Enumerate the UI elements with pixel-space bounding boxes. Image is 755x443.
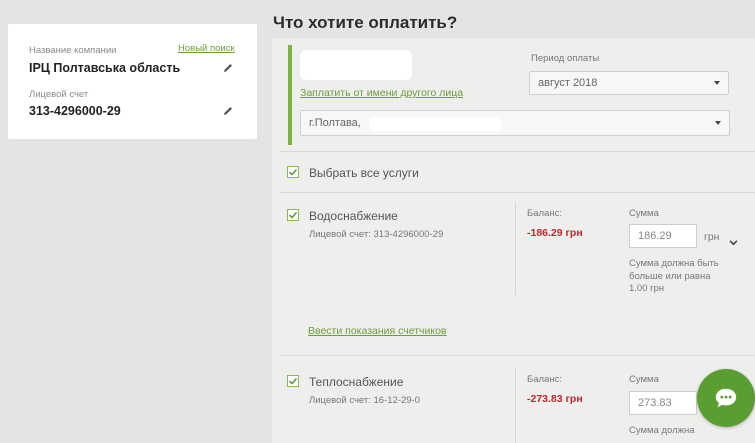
service-account: Лицевой счет: 16-12-29-0	[309, 395, 420, 406]
account-label: Лицевой счет	[29, 89, 89, 100]
redacted-address	[369, 117, 501, 131]
pencil-icon[interactable]	[222, 104, 234, 116]
service-checkbox-water[interactable]	[287, 209, 299, 221]
sum-label: Сумма	[629, 374, 659, 385]
accent-bar	[288, 45, 292, 145]
service-name: Водоснабжение	[309, 209, 398, 223]
check-icon	[288, 377, 298, 385]
new-search-link[interactable]: Новый поиск	[178, 43, 235, 54]
page-title: Что хотите оплатить?	[273, 13, 458, 32]
meter-readings-link[interactable]: Ввести показания счетчиков	[308, 325, 447, 337]
check-icon	[288, 211, 298, 219]
service-name: Теплоснабжение	[309, 375, 404, 389]
service-checkbox-heating[interactable]	[287, 375, 299, 387]
balance-value: -186.29 грн	[527, 227, 583, 239]
service-account: Лицевой счет: 313-4296000-29	[309, 229, 444, 240]
divider	[515, 368, 516, 443]
company-label: Название компании	[29, 45, 117, 56]
chat-button[interactable]	[697, 369, 755, 427]
select-all-label: Выбрать все услуги	[309, 166, 419, 180]
sum-label: Сумма	[629, 208, 659, 219]
balance-value: -273.83 грн	[527, 393, 583, 405]
select-all-checkbox[interactable]	[287, 166, 299, 178]
divider	[280, 192, 755, 193]
sum-value: 273.83	[638, 397, 672, 409]
redacted-payer-name	[300, 50, 412, 80]
currency-select[interactable]: грн	[704, 231, 719, 243]
chevron-down-icon	[715, 121, 721, 125]
divider	[515, 202, 516, 295]
account-number: 313-4296000-29	[29, 104, 121, 118]
chevron-down-icon[interactable]	[729, 233, 738, 251]
balance-label: Баланс:	[527, 374, 562, 385]
period-select[interactable]: август 2018	[529, 71, 729, 95]
pay-for-other-link[interactable]: Заплатить от имени другого лица	[300, 87, 463, 99]
min-sum-note: Сумма должна	[629, 425, 695, 436]
sum-value: 186.29	[638, 230, 672, 242]
sum-input[interactable]: 186.29	[629, 224, 697, 248]
address-select[interactable]: г.Полтава,	[300, 110, 730, 136]
company-card: Название компании Новый поиск ІРЦ Полтав…	[8, 24, 257, 139]
company-name: ІРЦ Полтавська область	[29, 61, 181, 75]
divider	[280, 151, 755, 152]
address-value: г.Полтава,	[309, 117, 361, 129]
check-icon	[288, 168, 298, 176]
sum-input[interactable]: 273.83	[629, 391, 697, 415]
divider	[280, 355, 755, 356]
period-value: август 2018	[538, 77, 598, 89]
period-label: Период оплаты	[531, 53, 600, 64]
chat-icon	[715, 388, 737, 408]
chevron-down-icon	[714, 81, 720, 85]
balance-label: Баланс:	[527, 208, 562, 219]
pencil-icon[interactable]	[222, 61, 234, 73]
min-sum-note: Сумма должна быть больше или равна 1.00 …	[629, 258, 719, 294]
